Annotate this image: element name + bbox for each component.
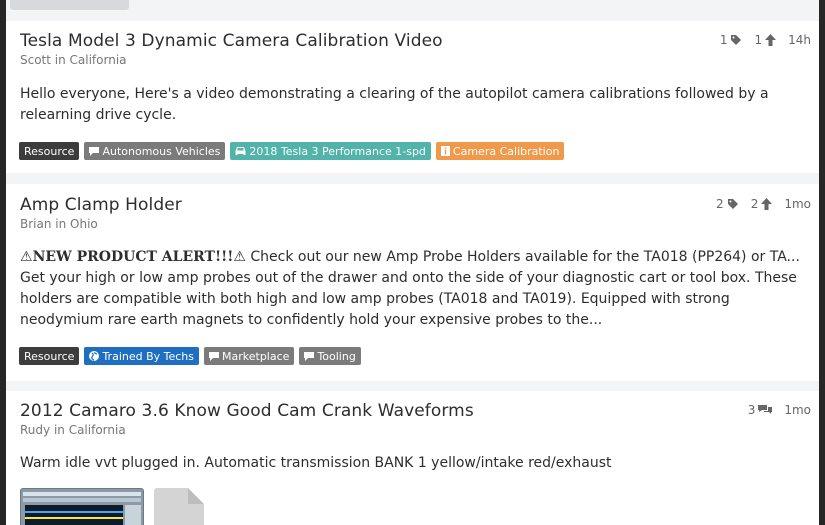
tag-icon	[727, 198, 739, 210]
post-age: 1mo	[784, 403, 811, 417]
post-meta: 2 2 1mo	[716, 197, 811, 211]
alert-icon: ⚠	[20, 249, 33, 265]
window-frame-right	[819, 0, 825, 525]
post-meta: 1 1 14h	[720, 33, 811, 47]
upvote-arrow-icon[interactable]	[761, 198, 773, 210]
post-author[interactable]: Brian in Ohio	[20, 217, 98, 231]
post-body-alert: NEW PRODUCT ALERT!!!	[32, 249, 234, 265]
upvote-arrow-icon[interactable]	[765, 34, 777, 46]
file-attachment-icon[interactable]	[154, 488, 204, 525]
post-tags: Resource Trained By Techs Marketplace To…	[19, 347, 361, 365]
post-body: Warm idle vvt plugged in. Automatic tran…	[20, 455, 612, 471]
post-title[interactable]: Amp Clamp Holder	[20, 195, 182, 215]
post-body: Hello everyone, Here's a video demonstra…	[20, 86, 769, 123]
post-meta: 3 1mo	[748, 403, 811, 417]
globe-icon	[89, 351, 100, 361]
info-icon	[440, 146, 450, 156]
tag-resource[interactable]: Resource	[19, 142, 80, 160]
chat-icon	[209, 352, 220, 361]
post-author[interactable]: Rudy in California	[20, 423, 126, 437]
tag-marketplace[interactable]: Marketplace	[204, 347, 295, 365]
post-tags: Resource Autonomous Vehicles 2018 Tesla …	[19, 142, 565, 160]
post-title[interactable]: 2012 Camaro 3.6 Know Good Cam Crank Wave…	[20, 401, 474, 421]
chat-icon	[304, 352, 315, 361]
tag-resource[interactable]: Resource	[19, 347, 80, 365]
tag-vehicle[interactable]: 2018 Tesla 3 Performance 1-spd	[230, 142, 431, 160]
post-author[interactable]: Scott in California	[20, 53, 127, 67]
tag-tooling[interactable]: Tooling	[299, 347, 361, 365]
car-icon	[235, 147, 246, 155]
tag-icon	[730, 34, 742, 46]
post-card[interactable]: 2012 Camaro 3.6 Know Good Cam Crank Wave…	[6, 391, 819, 525]
post-card[interactable]: Tesla Model 3 Dynamic Camera Calibration…	[6, 21, 819, 173]
comment-count: 3	[747, 403, 756, 417]
comments-icon	[758, 404, 773, 416]
tag-trained-by-techs[interactable]: Trained By Techs	[84, 347, 200, 365]
post-title[interactable]: Tesla Model 3 Dynamic Camera Calibration…	[20, 31, 443, 51]
tag-autonomous-vehicles[interactable]: Autonomous Vehicles	[84, 142, 226, 160]
tag-count: 1	[719, 33, 728, 47]
waveform-screenshot-thumbnail[interactable]	[20, 488, 144, 525]
post-age: 14h	[788, 33, 811, 47]
tag-count: 2	[716, 197, 724, 211]
post-age: 1mo	[784, 197, 811, 211]
chat-icon	[89, 147, 100, 156]
vote-count: 1	[754, 33, 763, 47]
post-card[interactable]: Amp Clamp Holder Brian in Ohio 2 2 1mo ⚠…	[6, 184, 819, 381]
top-action-button[interactable]	[10, 0, 129, 10]
tag-camera-calibration[interactable]: Camera Calibration	[435, 142, 565, 160]
vote-count: 2	[750, 197, 759, 211]
post-body: ⚠NEW PRODUCT ALERT!!!⚠ Check out our new…	[20, 247, 812, 331]
